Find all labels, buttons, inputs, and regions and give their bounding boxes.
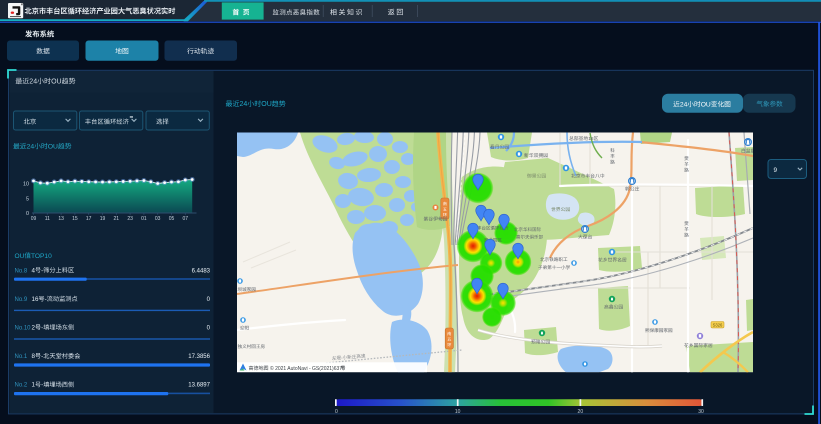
svg-text:01: 01	[141, 216, 147, 222]
svg-text:No.1: No.1	[15, 354, 28, 360]
svg-text:10: 10	[23, 182, 29, 188]
svg-text:0: 0	[26, 211, 29, 217]
svg-text:S326: S326	[713, 323, 723, 328]
svg-text:18: 18	[588, 136, 594, 142]
svg-text:13: 13	[58, 216, 64, 222]
svg-text:OU: OU	[261, 101, 272, 108]
svg-text:24: 24	[29, 79, 37, 86]
svg-text:05: 05	[169, 216, 175, 222]
svg-text:-: -	[45, 296, 47, 303]
svg-text:No.10: No.10	[15, 326, 32, 332]
svg-text:-: -	[41, 325, 43, 332]
svg-text:TOP10: TOP10	[31, 253, 52, 260]
svg-text:-: -	[41, 382, 43, 389]
svg-text:OU: OU	[51, 79, 62, 86]
svg-text:OU: OU	[48, 144, 58, 151]
svg-text:20: 20	[578, 409, 584, 415]
svg-text:No.8: No.8	[15, 268, 28, 274]
svg-text:5: 5	[26, 196, 29, 202]
svg-text:6.4483: 6.4483	[192, 268, 211, 274]
svg-text:24: 24	[240, 101, 248, 108]
svg-text:17.3856: 17.3856	[188, 354, 210, 360]
svg-text:© 2021 AutoNavi - GS(2021)6375: © 2021 AutoNavi - GS(2021)6375	[270, 365, 345, 372]
svg-text:15: 15	[72, 216, 78, 222]
svg-text:No.2: No.2	[15, 383, 28, 389]
svg-text:07: 07	[183, 216, 189, 222]
svg-text:17: 17	[86, 216, 92, 222]
svg-text:OU: OU	[701, 102, 711, 109]
svg-text:19: 19	[100, 216, 106, 222]
svg-text:30: 30	[698, 409, 704, 415]
svg-text:2: 2	[32, 325, 36, 332]
svg-text:24: 24	[680, 102, 688, 109]
svg-text:23: 23	[127, 216, 133, 222]
svg-text:9: 9	[774, 167, 778, 174]
svg-text:8: 8	[32, 353, 36, 360]
svg-text:OU: OU	[15, 253, 25, 260]
svg-text:13.6897: 13.6897	[188, 383, 210, 389]
svg-text:No.9: No.9	[15, 297, 28, 303]
svg-text:4: 4	[32, 267, 36, 274]
svg-text:-: -	[41, 353, 43, 360]
svg-text:0: 0	[335, 409, 338, 415]
svg-text:-: -	[41, 267, 43, 274]
svg-text:03: 03	[155, 216, 161, 222]
svg-text:1: 1	[32, 382, 36, 389]
svg-text:21: 21	[114, 216, 120, 222]
svg-text:24: 24	[27, 144, 35, 151]
svg-text:11: 11	[45, 216, 50, 222]
svg-text:10: 10	[455, 409, 461, 415]
svg-text:16: 16	[32, 296, 39, 303]
svg-text:09: 09	[31, 216, 37, 222]
